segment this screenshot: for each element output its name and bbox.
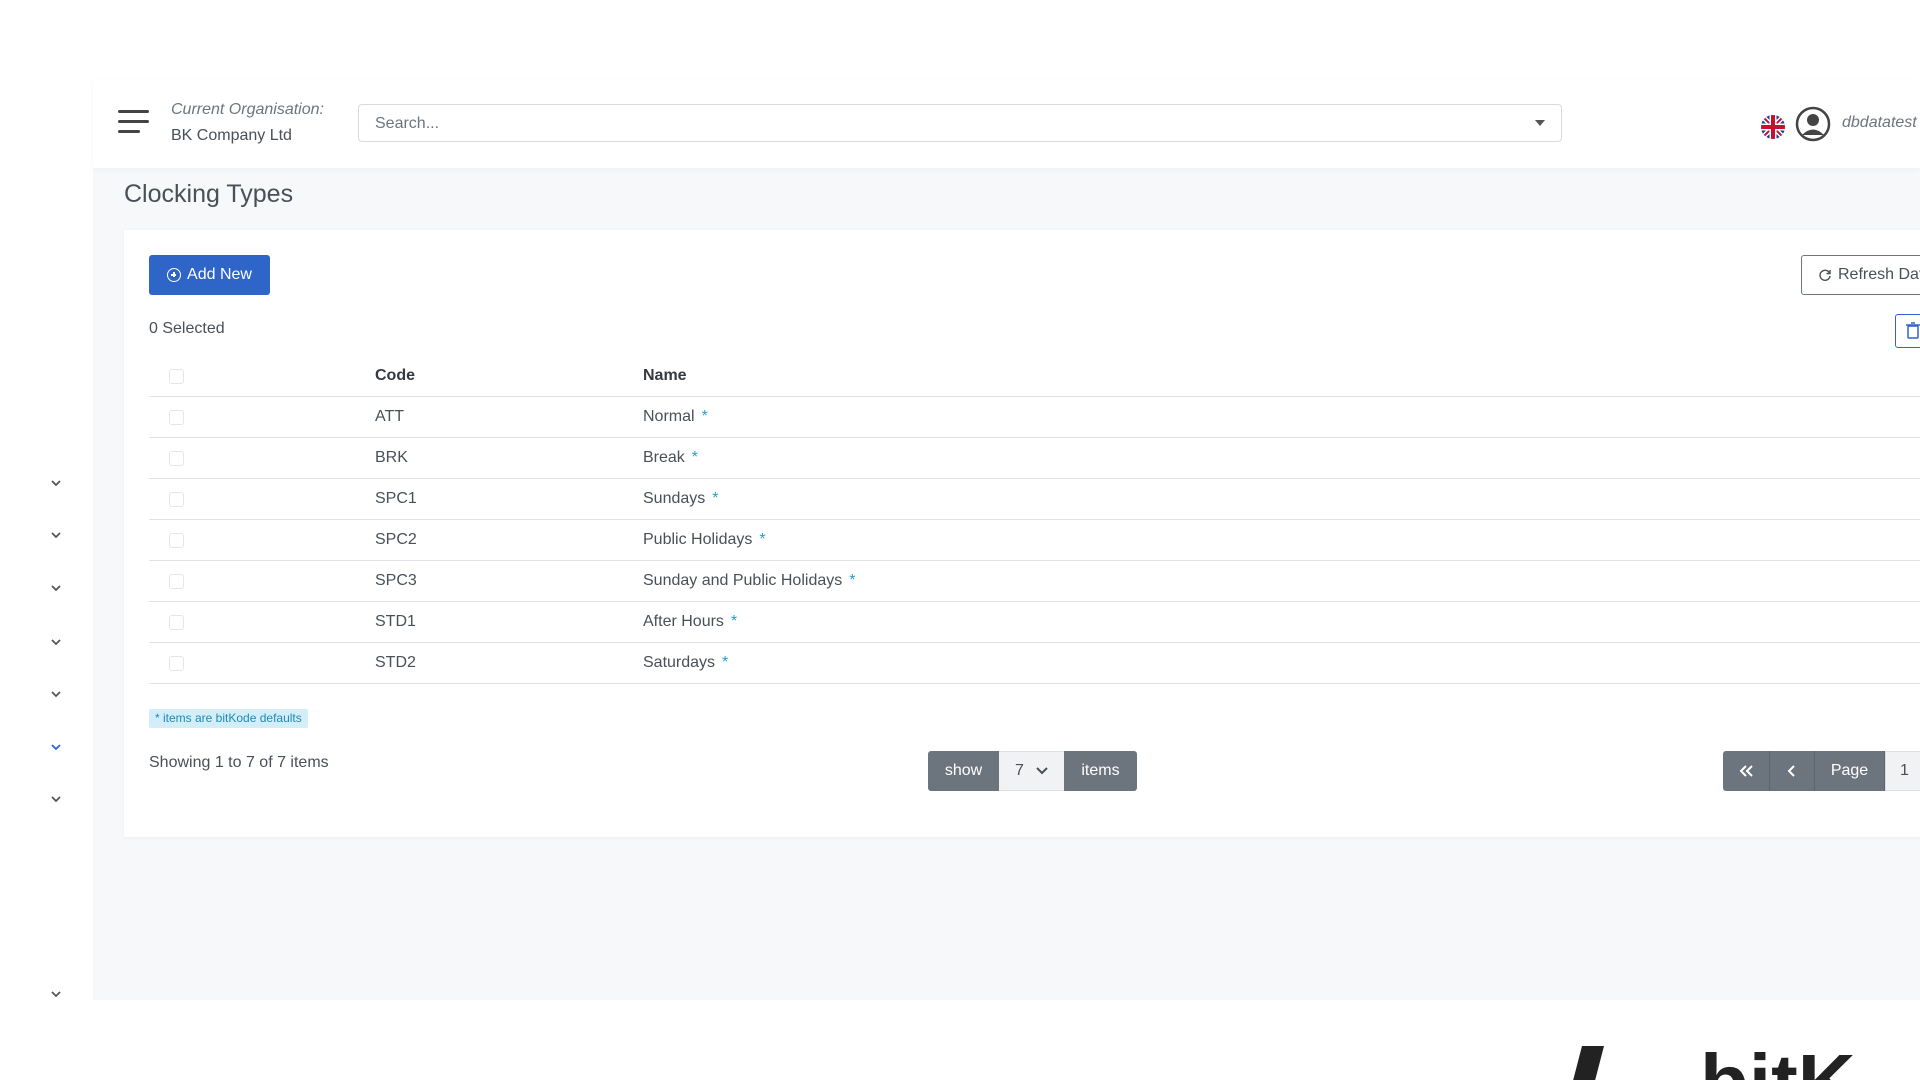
table-header-row: Code Name — [149, 356, 1920, 397]
search-select[interactable] — [358, 104, 1562, 143]
cell-name: Public Holidays * — [643, 531, 766, 549]
defaults-note: * items are bitKode defaults — [149, 709, 308, 728]
default-star: * — [849, 572, 856, 589]
username[interactable]: dbdatatest — [1842, 114, 1917, 132]
default-star: * — [691, 449, 699, 466]
name-text: Public Holidays — [643, 531, 753, 548]
cell-name: After Hours * — [643, 613, 737, 631]
column-header-name[interactable]: Name — [643, 367, 687, 385]
sidebar-chevron-down-icon[interactable] — [49, 989, 63, 999]
show-label: show — [928, 751, 999, 791]
row-checkbox[interactable] — [169, 533, 184, 548]
sidebar-chevron-down-icon[interactable] — [49, 583, 63, 593]
clocking-types-table: Code Name ATT Normal * BRK Break * SPC1 Su… — [149, 356, 1920, 684]
cell-name: Saturdays * — [643, 654, 728, 672]
add-new-label: Add New — [187, 266, 252, 283]
cell-name: Break * — [643, 449, 698, 467]
sidebar-chevron-down-icon[interactable] — [49, 689, 63, 699]
page-size-control: show 7 items — [928, 751, 1137, 791]
sidebar-chevron-down-icon[interactable] — [49, 478, 63, 488]
default-star: * — [701, 408, 708, 425]
org-label: Current Organisation: — [171, 101, 324, 118]
chevron-left-icon — [1787, 765, 1795, 777]
name-text: Break — [643, 449, 685, 466]
default-star: * — [759, 531, 766, 548]
sidebar-chevron-down-icon[interactable] — [49, 794, 63, 804]
cell-name: Normal * — [643, 408, 708, 426]
column-header-code[interactable]: Code — [375, 367, 415, 385]
table-row[interactable]: STD1 After Hours * — [149, 602, 1920, 643]
table-row[interactable]: SPC1 Sundays * — [149, 479, 1920, 520]
cell-code: STD2 — [375, 654, 416, 671]
name-text: Saturdays — [643, 654, 716, 671]
sidebar-chevron-down-icon[interactable] — [49, 742, 63, 752]
default-star: * — [730, 613, 738, 630]
cell-code: SPC3 — [375, 572, 417, 589]
table-row[interactable]: STD2 Saturdays * — [149, 643, 1920, 684]
sidebar — [0, 80, 93, 1000]
search-input[interactable] — [373, 105, 1497, 143]
cell-code: SPC1 — [375, 490, 417, 507]
selected-count: 0 Selected — [149, 320, 225, 337]
cell-code: SPC2 — [375, 531, 417, 548]
table-row[interactable]: SPC3 Sunday and Public Holidays * — [149, 561, 1920, 602]
cell-code: STD1 — [375, 613, 416, 630]
sidebar-chevron-down-icon[interactable] — [49, 530, 63, 540]
items-label: items — [1064, 751, 1137, 791]
row-checkbox[interactable] — [169, 615, 184, 630]
first-page-button[interactable] — [1723, 751, 1770, 791]
name-text: Sunday and Public Holidays — [643, 572, 843, 589]
table-row[interactable]: BRK Break * — [149, 438, 1920, 479]
name-text: Sundays — [643, 490, 706, 507]
menu-toggle-icon[interactable] — [118, 108, 150, 136]
row-checkbox[interactable] — [169, 410, 184, 425]
row-checkbox[interactable] — [169, 656, 184, 671]
brand-text: bitK — [1700, 1040, 1856, 1080]
add-new-button[interactable]: Add New — [149, 255, 270, 295]
name-text: After Hours — [643, 613, 724, 630]
user-avatar-icon[interactable] — [1795, 106, 1831, 142]
page-size-select[interactable]: 7 — [999, 751, 1064, 791]
page-label: Page — [1815, 751, 1885, 791]
default-star: * — [712, 490, 719, 507]
name-text: Normal — [643, 408, 695, 425]
table-row[interactable]: SPC2 Public Holidays * — [149, 520, 1920, 561]
refresh-data-button[interactable]: Refresh Data — [1801, 255, 1920, 295]
default-star: * — [722, 654, 729, 671]
row-checkbox[interactable] — [169, 492, 184, 507]
page-size-value: 7 — [1015, 762, 1024, 779]
page-number-select[interactable]: 1 — [1885, 751, 1920, 791]
showing-count: Showing 1 to 7 of 7 items — [149, 754, 329, 771]
table-row[interactable]: ATT Normal * — [149, 397, 1920, 438]
cell-name: Sunday and Public Holidays * — [643, 572, 855, 590]
row-checkbox[interactable] — [169, 451, 184, 466]
double-chevron-left-icon — [1739, 765, 1753, 777]
bitkode-logo: bitK — [1560, 1040, 1920, 1080]
previous-page-button[interactable] — [1770, 751, 1815, 791]
row-checkbox[interactable] — [169, 574, 184, 589]
cell-code: BRK — [375, 449, 408, 466]
delete-button[interactable] — [1895, 314, 1920, 348]
pagination: Page 1 — [1723, 751, 1920, 791]
uk-flag-icon[interactable] — [1761, 115, 1785, 139]
dropdown-caret-icon[interactable] — [1535, 120, 1545, 126]
plus-circle-icon — [167, 268, 182, 282]
trash-icon — [1906, 322, 1920, 339]
page-title: Clocking Types — [124, 180, 294, 208]
org-name[interactable]: BK Company Ltd — [171, 127, 292, 145]
refresh-icon — [1819, 269, 1831, 281]
cell-name: Sundays * — [643, 490, 719, 508]
cell-code: ATT — [375, 408, 405, 425]
chevron-down-icon — [1036, 767, 1048, 775]
refresh-data-label: Refresh Data — [1838, 266, 1920, 283]
select-all-checkbox[interactable] — [169, 369, 184, 384]
sidebar-chevron-down-icon[interactable] — [49, 637, 63, 647]
